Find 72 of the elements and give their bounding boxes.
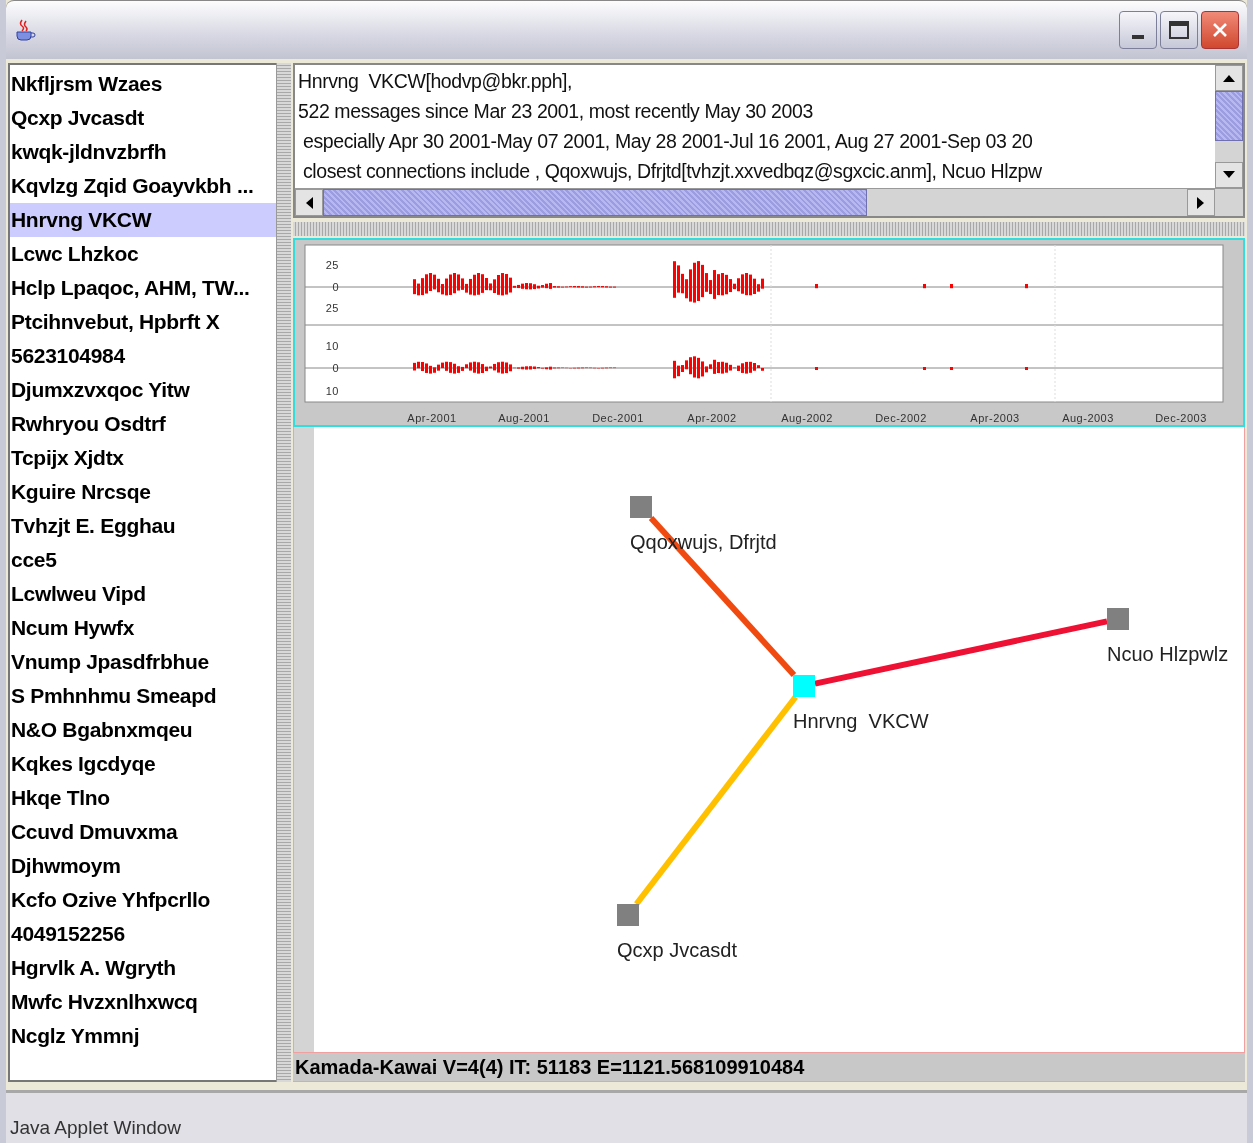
contact-item[interactable]: Kqkes Igcdyqe [10,747,276,781]
contact-item[interactable]: Lcwlweu Vipd [10,577,276,611]
app-icon [14,18,36,42]
contact-item[interactable]: Djhwmoym [10,849,276,883]
vertical-scrollbar[interactable] [1215,65,1243,188]
axis-tick-label: Aug-2001 [498,412,550,424]
horizontal-scrollbar[interactable] [295,188,1243,216]
axis-tick-label: 0 [332,362,339,374]
node-label: Qcxp Jvcasdt [617,939,738,961]
axis-tick-label: Aug-2003 [1062,412,1114,424]
details-line: 522 messages since Mar 23 2001, most recently May 30 2003 [298,99,814,124]
contact-item[interactable]: Ccuvd Dmuvxma [10,815,276,849]
axis-tick-label: Dec-2002 [875,412,927,424]
contact-item[interactable]: 4049152256 [10,917,276,951]
splitter-handle[interactable] [276,63,291,1082]
axis-tick-label: Apr-2003 [970,412,1020,424]
node-label: Ncuo Hlzpwlz [1107,643,1229,665]
contact-item[interactable]: Kguire Nrcsqe [10,475,276,509]
details-line: especially Apr 30 2001-May 07 2001, May 28 2001-Jul 16 2001, Aug 27 2001-Sep 03 20 [302,129,1034,154]
contact-item[interactable]: N&O Bgabnxmqeu [10,713,276,747]
details-line: closest connections include , Qqoxwujs, Dfrjtd[tvhzjt.xxvedbqz@sgxcic.anm], Ncuo Hlzpw [302,159,1043,184]
right-arrow-icon [1197,196,1205,209]
contact-item[interactable]: 5623104984 [10,339,276,373]
contact-item[interactable]: Hkqe Tlno [10,781,276,815]
contact-item[interactable]: kwqk-jldnvzbrfh [10,135,276,169]
scroll-thumb[interactable] [323,189,867,216]
axis-tick-label: Aug-2002 [781,412,833,424]
contact-item[interactable]: Djumxzvxqoc Yitw [10,373,276,407]
axis-tick-label: 25 [325,259,339,271]
contact-item[interactable]: Ptcihnvebut, Hpbrft X [10,305,276,339]
contact-item[interactable]: Kqvlzg Zqid Goayvkbh ... [10,169,276,203]
contact-item[interactable]: Kcfo Ozive Yhfpcrllo [10,883,276,917]
contact-item[interactable]: Vnump Jpasdfrbhue [10,645,276,679]
splitter-handle[interactable] [293,222,1245,236]
scroll-thumb[interactable] [1215,91,1243,141]
close-button[interactable] [1201,11,1239,49]
left-arrow-icon [305,196,313,209]
contact-item[interactable]: Ncum Hywfx [10,611,276,645]
contact-item[interactable]: Nkfljrsm Wzaes [10,67,276,101]
contact-item[interactable]: Hnrvng VKCW [10,203,276,237]
contact-item[interactable]: Qcxp Jvcasdt [10,101,276,135]
axis-tick-label: 0 [332,281,339,293]
graph-node[interactable] [617,904,639,926]
axis-tick-label: Dec-2001 [592,412,644,424]
axis-tick-label: 10 [325,385,339,397]
maximize-button[interactable] [1160,11,1198,49]
down-arrow-icon [1223,171,1235,179]
contact-item[interactable]: Tcpijx Xjdtx [10,441,276,475]
graph-node[interactable] [1107,608,1129,630]
node-label: Hnrvng VKCW [793,710,929,732]
axis-tick-label: Apr-2001 [407,412,457,424]
graph-node[interactable] [793,675,815,697]
contact-item[interactable]: Hgrvlk A. Wgryth [10,951,276,985]
axis-tick-label: Apr-2002 [687,412,737,424]
axis-tick-label: 25 [325,302,339,314]
graph-node[interactable] [630,496,652,518]
layout-status: Kamada-Kawai V=4(4) IT: 51183 E=1121.568109910484 [293,1053,1245,1082]
contact-item[interactable]: S Pmhnhmu Smeapd [10,679,276,713]
details-line: Hnrvng VKCW[hodvp@bkr.pph], [298,69,574,94]
contact-item[interactable]: Ncglz Ymmnj [10,1019,276,1053]
contact-item[interactable]: cce5 [10,543,276,577]
contact-item[interactable]: Mwfc Hvzxnlhxwcq [10,985,276,1019]
axis-tick-label: 10 [325,340,339,352]
up-arrow-icon [1223,74,1235,82]
contact-item[interactable]: Hclp Lpaqoc, AHM, TW... [10,271,276,305]
axis-tick-label: Dec-2003 [1155,412,1207,424]
contact-item[interactable]: Tvhzjt E. Egghau [10,509,276,543]
minimize-button[interactable] [1119,11,1157,49]
contact-item[interactable]: Lcwc Lhzkoc [10,237,276,271]
close-icon [1211,21,1229,39]
contact-item[interactable]: Rwhryou Osdtrf [10,407,276,441]
status-text: Java Applet Window [10,1117,182,1139]
